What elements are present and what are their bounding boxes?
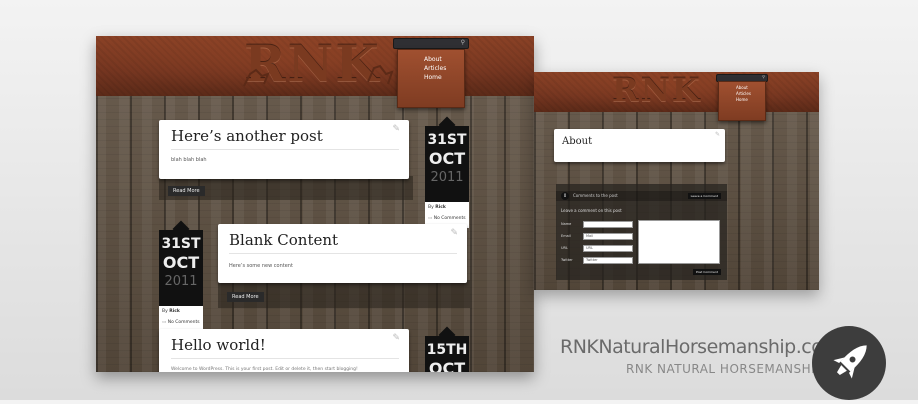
search-icon[interactable]: ⚲	[762, 74, 765, 79]
post-2-excerpt: Here’s some new content	[229, 263, 293, 269]
date-day: 31ST	[161, 236, 201, 252]
about-page-screenshot: RNK ⚲ About Articles Home About ✎ 0 Comm…	[534, 72, 819, 290]
comment-textarea[interactable]	[638, 220, 720, 264]
comments-header: 0 Comments to the post Leave a Comment	[556, 191, 727, 201]
page-title-card: About ✎	[554, 129, 725, 162]
author-name[interactable]: Rick	[169, 309, 180, 314]
horse-logo-right-icon	[367, 64, 394, 85]
brand-badge	[812, 326, 886, 400]
author-prefix: By	[428, 205, 434, 210]
comment-count[interactable]: No Comments	[434, 216, 466, 221]
field-label-twitter: Twitter	[561, 258, 573, 262]
post-3-card: Hello world! Welcome to WordPress. This …	[159, 329, 409, 372]
comment-count-badge: 0	[561, 192, 569, 200]
rocket-icon	[833, 345, 867, 379]
post-3-date-tag: 15TH OCT	[425, 326, 469, 373]
nav-item-articles[interactable]: Articles	[424, 64, 464, 73]
nav-item-about[interactable]: About	[424, 55, 464, 64]
main-site-screenshot: RNK ⚲ About Articles Home Here’s another…	[96, 36, 534, 372]
post-1-title[interactable]: Here’s another post	[171, 127, 323, 145]
divider	[229, 253, 457, 254]
post-1-date-tag: 31ST OCT 2011	[425, 116, 469, 202]
nav-item-home[interactable]: Home	[736, 97, 765, 103]
horse-logo-left-icon	[243, 68, 270, 87]
post-2-date-tag: 31ST OCT 2011	[159, 220, 203, 306]
nav-menu: About Articles Home	[397, 49, 465, 108]
page-title: About	[562, 136, 593, 147]
leave-comment-button[interactable]: Leave a Comment	[687, 193, 721, 199]
nav-menu: About Articles Home	[718, 81, 766, 121]
pencil-icon[interactable]: ✎	[392, 124, 400, 134]
date-day: 15TH	[426, 342, 468, 358]
post-3-title[interactable]: Hello world!	[171, 336, 266, 354]
pencil-icon[interactable]: ✎	[392, 333, 400, 343]
divider	[171, 149, 399, 150]
post-2-card: Blank Content Here’s some new content ✎	[218, 224, 467, 283]
brand-subtitle: RNK NATURAL HORSEMANSHIP	[626, 362, 823, 376]
post-1-read-more-button[interactable]: Read More	[168, 186, 205, 196]
date-month: OCT	[428, 359, 466, 373]
post-2-read-more-button[interactable]: Read More	[227, 292, 264, 302]
comments-section: 0 Comments to the post Leave a Comment L…	[556, 184, 727, 280]
email-field[interactable]: Mail	[583, 233, 633, 240]
brand-url: RNKNaturalHorsemanship.com	[560, 336, 841, 358]
field-label-url: URL	[561, 246, 568, 250]
comment-icon: ▭	[162, 320, 167, 325]
nav-item-home[interactable]: Home	[424, 73, 464, 82]
post-1-excerpt: blah blah blah	[171, 157, 207, 163]
post-comment-button[interactable]: Post Comment	[693, 269, 721, 275]
search-bar[interactable]: ⚲	[393, 38, 469, 58]
search-icon[interactable]: ⚲	[461, 39, 465, 46]
comment-icon: ▭	[428, 216, 433, 221]
date-day: 31ST	[427, 132, 467, 148]
field-label-name: Name	[561, 222, 572, 226]
author-prefix: By	[162, 309, 168, 314]
comment-count[interactable]: No Comments	[168, 320, 200, 325]
author-name[interactable]: Rick	[435, 205, 446, 210]
post-1-card: Here’s another post blah blah blah ✎	[159, 120, 409, 179]
twitter-field[interactable]: Twitter	[583, 257, 633, 264]
date-month: OCT	[428, 149, 466, 168]
site-logo: RNK	[612, 72, 702, 109]
date-year: 2011	[430, 170, 464, 185]
url-field[interactable]: URL	[583, 245, 633, 252]
pencil-icon[interactable]: ✎	[450, 228, 458, 238]
leave-comment-heading: Leave a comment on this post	[561, 208, 622, 213]
comments-heading: Comments to the post	[573, 193, 618, 198]
post-2-title[interactable]: Blank Content	[229, 231, 338, 249]
pencil-icon[interactable]: ✎	[715, 131, 720, 138]
date-month: OCT	[162, 253, 200, 272]
post-3-excerpt: Welcome to WordPress. This is your first…	[171, 367, 358, 372]
site-header: RNK	[534, 72, 819, 112]
date-year: 2011	[164, 274, 198, 289]
name-field[interactable]	[583, 221, 633, 228]
divider	[171, 358, 399, 359]
field-label-email: Email	[561, 234, 571, 238]
